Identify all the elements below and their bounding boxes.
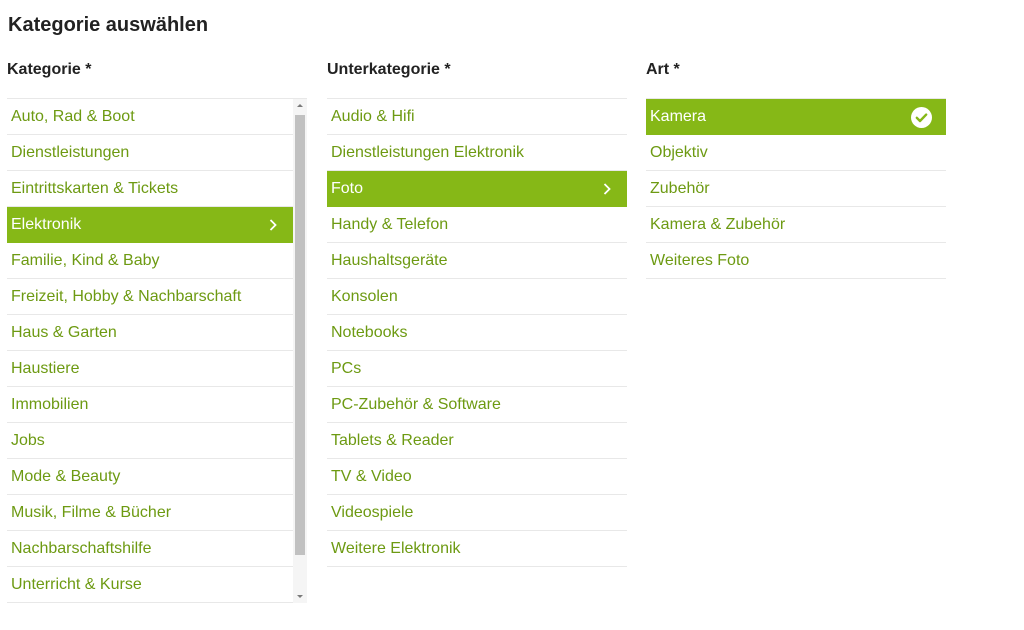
list-item-label: Haushaltsgeräte (331, 252, 448, 269)
kategorie-heading: Kategorie * (7, 61, 92, 78)
list-item-label: Dienstleistungen (11, 144, 130, 161)
list-item-label: Weitere Elektronik (331, 540, 461, 557)
list-item-label: Immobilien (11, 396, 89, 413)
list-item-label: Unterricht & Kurse (11, 576, 142, 593)
list-item[interactable]: Immobilien (7, 387, 293, 423)
list-item[interactable]: Kamera & Zubehör (646, 207, 946, 243)
list-item[interactable]: Familie, Kind & Baby (7, 243, 293, 279)
list-item[interactable]: Elektronik (7, 207, 293, 243)
list-item[interactable]: Musik, Filme & Bücher (7, 495, 293, 531)
kategorie-list: Auto, Rad & Boot Dienstleistungen Eintritt… (7, 99, 293, 603)
list-item[interactable]: PC-Zubehör & Software (327, 387, 627, 423)
list-item-label: Kamera & Zubehör (650, 216, 786, 233)
list-item[interactable]: Foto (327, 171, 627, 207)
list-item-label: Elektronik (11, 216, 82, 233)
art-list-container: Kamera Objektiv Zubehör Kamera & Zubehör Wei… (646, 98, 946, 279)
list-item-label: PC-Zubehör & Software (331, 396, 501, 413)
list-item-label: Konsolen (331, 288, 398, 305)
list-item-label: Nachbarschaftshilfe (11, 540, 152, 557)
list-item-label: Mode & Beauty (11, 468, 121, 485)
list-item-label: Foto (331, 180, 364, 197)
unterkategorie-heading: Unterkategorie * (327, 61, 451, 78)
list-item[interactable]: Dienstleistungen (7, 135, 293, 171)
check-circle-icon (911, 106, 932, 128)
scroll-down-arrow-icon[interactable] (293, 589, 307, 603)
list-item-label: Notebooks (331, 324, 408, 341)
list-item[interactable]: TV & Video (327, 459, 627, 495)
list-item-label: Tablets & Reader (331, 432, 454, 449)
list-item[interactable]: Dienstleistungen Elektronik (327, 135, 627, 171)
kategorie-column: Kategorie * Auto, Rad & Boot Dienstleistu… (7, 58, 307, 603)
list-item[interactable]: Notebooks (327, 315, 627, 351)
list-item[interactable]: Auto, Rad & Boot (7, 99, 293, 135)
list-item-label: Objektiv (650, 144, 708, 161)
list-item[interactable]: Weitere Elektronik (327, 531, 627, 567)
list-item[interactable]: Kamera (646, 99, 946, 135)
list-item-label: Handy & Telefon (331, 216, 449, 233)
kategorie-scrollbar[interactable] (293, 99, 307, 603)
page-title: Kategorie auswählen (8, 14, 209, 36)
list-item-label: Dienstleistungen Elektronik (331, 144, 524, 161)
list-item-label: Auto, Rad & Boot (11, 108, 135, 125)
list-item-label: Audio & Hifi (331, 108, 415, 125)
list-item-label: Zubehör (650, 180, 710, 197)
list-item[interactable]: PCs (327, 351, 627, 387)
list-item-label: Jobs (11, 432, 45, 449)
scroll-up-arrow-icon[interactable] (293, 99, 307, 113)
list-item[interactable]: Nachbarschaftshilfe (7, 531, 293, 567)
unterkategorie-column: Unterkategorie * Audio & Hifi Dienstleist… (327, 58, 627, 567)
chevron-right-icon (603, 171, 611, 195)
list-item[interactable]: Haustiere (7, 351, 293, 387)
list-item[interactable]: Weiteres Foto (646, 243, 946, 279)
scroll-thumb[interactable] (295, 115, 305, 555)
list-item[interactable]: Zubehör (646, 171, 946, 207)
list-item-label: TV & Video (331, 468, 412, 485)
list-item[interactable]: Unterricht & Kurse (7, 567, 293, 603)
list-item-label: Musik, Filme & Bücher (11, 504, 172, 521)
list-item[interactable]: Objektiv (646, 135, 946, 171)
list-item-label: Haustiere (11, 360, 80, 377)
list-item-label: Familie, Kind & Baby (11, 252, 160, 269)
list-item[interactable]: Handy & Telefon (327, 207, 627, 243)
list-item[interactable]: Eintrittskarten & Tickets (7, 171, 293, 207)
list-item[interactable]: Haushaltsgeräte (327, 243, 627, 279)
list-item[interactable]: Haus & Garten (7, 315, 293, 351)
list-item-label: Videospiele (331, 504, 414, 521)
list-item-label: Eintrittskarten & Tickets (11, 180, 179, 197)
list-item-label: Freizeit, Hobby & Nachbarschaft (11, 288, 242, 305)
list-item-label: Weiteres Foto (650, 252, 750, 269)
list-item[interactable]: Mode & Beauty (7, 459, 293, 495)
art-column: Art * Kamera Objektiv Zubehör Kamera & Zube… (646, 58, 946, 279)
list-item-label: Haus & Garten (11, 324, 117, 341)
list-item[interactable]: Videospiele (327, 495, 627, 531)
list-item[interactable]: Konsolen (327, 279, 627, 315)
list-item-label: PCs (331, 360, 362, 377)
unterkategorie-list: Audio & Hifi Dienstleistungen Elektronik F… (327, 99, 627, 567)
list-item[interactable]: Freizeit, Hobby & Nachbarschaft (7, 279, 293, 315)
unterkategorie-list-container: Audio & Hifi Dienstleistungen Elektronik F… (327, 98, 627, 567)
art-list: Kamera Objektiv Zubehör Kamera & Zubehör Wei… (646, 99, 946, 279)
list-item-label: Kamera (650, 108, 707, 125)
art-heading: Art * (646, 61, 680, 78)
list-item[interactable]: Audio & Hifi (327, 99, 627, 135)
list-item[interactable]: Tablets & Reader (327, 423, 627, 459)
list-item[interactable]: Jobs (7, 423, 293, 459)
kategorie-list-container: Auto, Rad & Boot Dienstleistungen Eintritt… (7, 98, 307, 603)
chevron-right-icon (269, 207, 277, 231)
